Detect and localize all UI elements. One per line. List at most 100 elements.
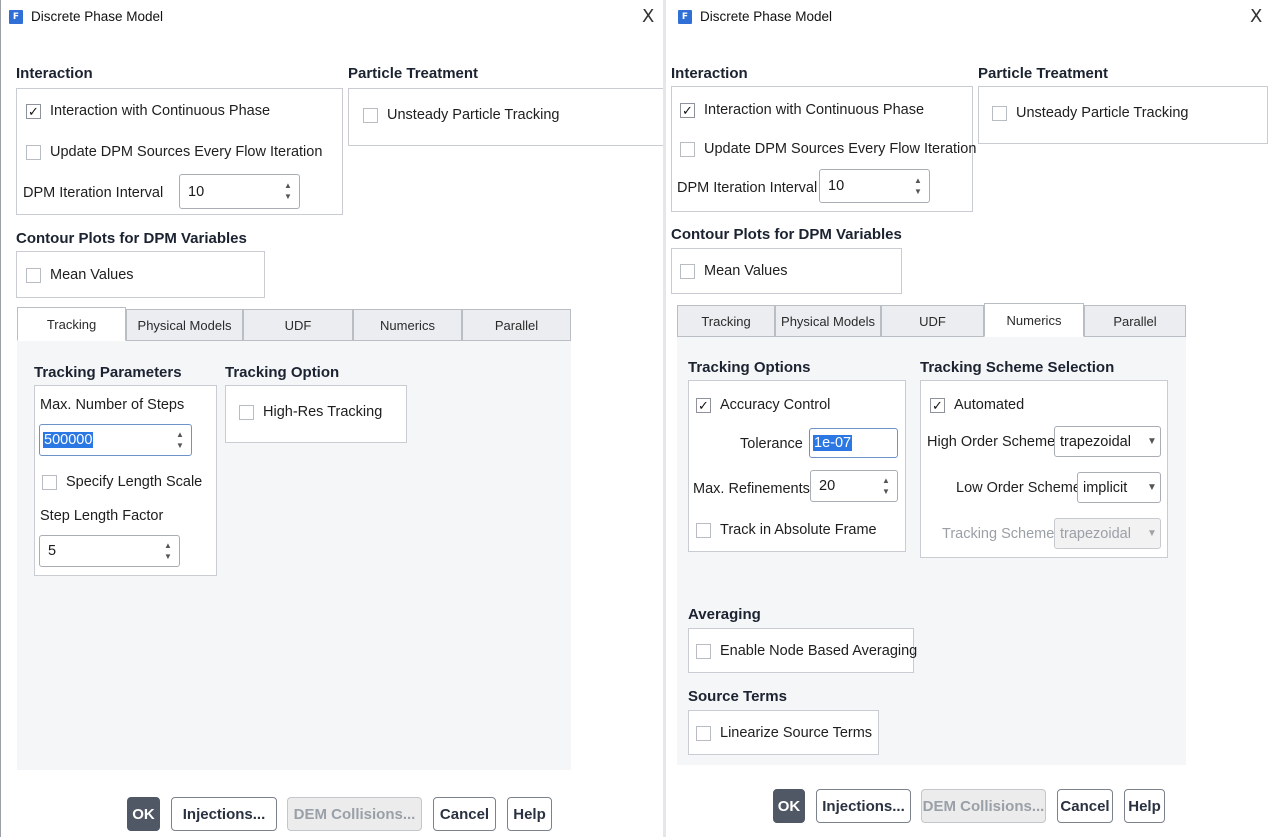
max-refinements-spinner[interactable]: 20 ▲ ▼ <box>810 470 898 502</box>
max-steps-value: 500000 <box>43 432 94 448</box>
tracking-option-heading: Tracking Option <box>225 364 340 381</box>
contour-heading: Contour Plots for DPM Variables <box>671 226 902 243</box>
interaction-heading: Interaction <box>671 65 748 82</box>
linearize-checkbox[interactable]: Linearize Source Terms <box>696 725 872 741</box>
mean-values-checkbox[interactable]: Mean Values <box>26 267 134 283</box>
checkbox-label: Enable Node Based Averaging <box>720 643 918 659</box>
spin-down-icon[interactable]: ▼ <box>164 552 172 561</box>
spin-down-icon[interactable]: ▼ <box>914 187 922 196</box>
checkbox-icon <box>696 725 711 741</box>
low-order-label: Low Order Scheme <box>956 480 1081 496</box>
checkbox-label: Mean Values <box>50 267 134 283</box>
tracking-parameters-heading: Tracking Parameters <box>34 364 182 381</box>
absolute-frame-checkbox[interactable]: Track in Absolute Frame <box>696 522 877 538</box>
interval-label: DPM Iteration Interval <box>23 185 164 201</box>
specify-length-checkbox[interactable]: Specify Length Scale <box>42 474 202 490</box>
tab-numerics[interactable]: Numerics <box>353 309 462 341</box>
checkbox-label: Specify Length Scale <box>66 474 203 490</box>
spin-down-icon[interactable]: ▼ <box>882 487 890 496</box>
step-length-label: Step Length Factor <box>40 508 164 524</box>
spin-up-icon[interactable]: ▲ <box>176 430 184 439</box>
injections-button[interactable]: Injections... <box>171 797 277 831</box>
high-res-checkbox[interactable]: High-Res Tracking <box>239 404 382 420</box>
spin-down-icon[interactable]: ▼ <box>284 193 292 201</box>
spin-up-icon[interactable]: ▲ <box>284 182 292 190</box>
checkbox-icon <box>239 404 254 420</box>
tab-physical-models[interactable]: Physical Models <box>775 305 881 337</box>
unsteady-tracking-checkbox[interactable]: Unsteady Particle Tracking <box>992 105 1188 121</box>
max-refinements-value: 20 <box>819 478 836 494</box>
checkbox-label: Unsteady Particle Tracking <box>1016 105 1189 121</box>
help-button[interactable]: Help <box>1124 789 1165 823</box>
checkbox-icon <box>680 141 695 157</box>
max-steps-spinner[interactable]: 500000 ▲ ▼ <box>39 424 192 456</box>
injections-button[interactable]: Injections... <box>816 789 911 823</box>
left-title-bar: F Discrete Phase Model X <box>1 0 665 34</box>
ok-button[interactable]: OK <box>127 797 160 831</box>
checkbox-icon <box>42 474 57 490</box>
checkbox-label: Automated <box>954 397 1025 413</box>
tab-udf[interactable]: UDF <box>881 305 984 337</box>
checkbox-label: Interaction with Continuous Phase <box>704 102 925 118</box>
chevron-down-icon: ▼ <box>1147 482 1157 493</box>
max-refinements-label: Max. Refinements <box>693 481 810 497</box>
tracking-scheme-label: Tracking Scheme <box>942 526 1055 542</box>
tab-parallel[interactable]: Parallel <box>1084 305 1186 337</box>
checkbox-icon <box>26 267 41 283</box>
continuous-phase-checkbox[interactable]: ✓ Interaction with Continuous Phase <box>26 103 270 119</box>
checkbox-label: Unsteady Particle Tracking <box>387 107 560 123</box>
mean-values-checkbox[interactable]: Mean Values <box>680 263 788 279</box>
window-title: Discrete Phase Model <box>31 9 164 24</box>
contour-heading: Contour Plots for DPM Variables <box>16 230 247 247</box>
continuous-phase-checkbox[interactable]: ✓ Interaction with Continuous Phase <box>680 102 924 118</box>
checkbox-label: Update DPM Sources Every Flow Iteration <box>50 144 323 160</box>
particle-treatment-heading: Particle Treatment <box>978 65 1109 82</box>
tracking-options-heading: Tracking Options <box>688 359 811 376</box>
tab-numerics[interactable]: Numerics <box>984 303 1084 337</box>
window-title: Discrete Phase Model <box>700 9 833 24</box>
ok-button[interactable]: OK <box>773 789 805 823</box>
checkbox-icon <box>363 107 378 123</box>
tab-tracking[interactable]: Tracking <box>17 307 126 341</box>
spin-up-icon[interactable]: ▲ <box>914 176 922 185</box>
right-title-bar: F Discrete Phase Model X <box>666 0 1268 34</box>
unsteady-tracking-checkbox[interactable]: Unsteady Particle Tracking <box>363 107 559 123</box>
tab-physical-models[interactable]: Physical Models <box>126 309 243 341</box>
interval-spinner[interactable]: 10 ▲ ▼ <box>819 169 930 203</box>
tab-parallel[interactable]: Parallel <box>462 309 571 341</box>
cancel-button[interactable]: Cancel <box>433 797 496 831</box>
checkbox-icon <box>992 105 1007 121</box>
tab-udf[interactable]: UDF <box>243 309 353 341</box>
right-dialog: F Discrete Phase Model X Interaction ✓ I… <box>666 0 1268 837</box>
checkbox-label: Update DPM Sources Every Flow Iteration <box>704 141 977 157</box>
accuracy-control-checkbox[interactable]: ✓ Accuracy Control <box>696 397 830 413</box>
spin-up-icon[interactable]: ▲ <box>882 476 890 485</box>
high-order-select[interactable]: trapezoidal ▼ <box>1054 426 1161 457</box>
checkbox-icon: ✓ <box>930 397 945 413</box>
spin-down-icon[interactable]: ▼ <box>176 441 184 450</box>
interval-spinner[interactable]: 10 ▲ ▼ <box>179 174 300 209</box>
cancel-button[interactable]: Cancel <box>1057 789 1113 823</box>
automated-checkbox[interactable]: ✓ Automated <box>930 397 1024 413</box>
tab-tracking[interactable]: Tracking <box>677 305 775 337</box>
node-averaging-checkbox[interactable]: Enable Node Based Averaging <box>696 643 917 659</box>
app-logo-icon: F <box>678 10 692 24</box>
tolerance-input[interactable]: 1e-07 <box>809 428 898 458</box>
close-icon[interactable]: X <box>1250 6 1262 27</box>
close-icon[interactable]: X <box>642 6 654 27</box>
update-dpm-checkbox[interactable]: Update DPM Sources Every Flow Iteration <box>680 141 976 157</box>
checkbox-label: High-Res Tracking <box>263 404 383 420</box>
averaging-heading: Averaging <box>688 606 761 623</box>
high-order-value: trapezoidal <box>1060 433 1131 450</box>
step-length-value: 5 <box>48 543 57 559</box>
interval-value: 10 <box>188 183 205 200</box>
step-length-spinner[interactable]: 5 ▲ ▼ <box>39 535 180 567</box>
update-dpm-checkbox[interactable]: Update DPM Sources Every Flow Iteration <box>26 144 322 160</box>
spin-up-icon[interactable]: ▲ <box>164 541 172 550</box>
dem-collisions-button: DEM Collisions... <box>287 797 422 831</box>
tracking-scheme-value: trapezoidal <box>1060 525 1131 542</box>
help-button[interactable]: Help <box>507 797 552 831</box>
checkbox-icon <box>696 522 711 538</box>
interval-label: DPM Iteration Interval <box>677 180 818 196</box>
low-order-select[interactable]: implicit ▼ <box>1077 472 1161 503</box>
